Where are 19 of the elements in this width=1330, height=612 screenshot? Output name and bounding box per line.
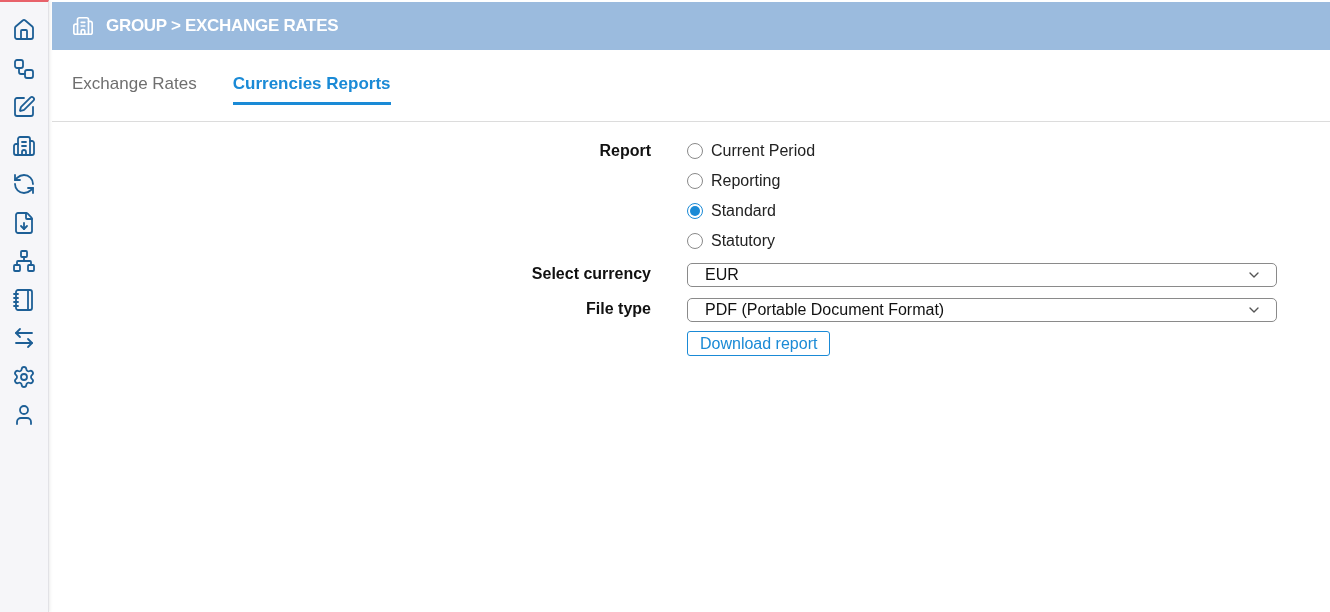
radio-label: Standard xyxy=(711,202,776,220)
building-icon xyxy=(72,15,94,37)
file-type-dropdown[interactable]: PDF (Portable Document Format) xyxy=(687,298,1277,322)
tab[interactable]: Currencies Reports xyxy=(232,74,391,105)
field-label: File type xyxy=(586,299,651,319)
radio-button[interactable] xyxy=(687,203,703,219)
radio-label: Current Period xyxy=(711,142,816,160)
tab[interactable]: Exchange Rates xyxy=(72,74,197,105)
radio-button[interactable] xyxy=(687,143,703,159)
radio-button[interactable] xyxy=(687,233,703,249)
download-button[interactable]: Download report xyxy=(687,331,831,356)
currency-dropdown[interactable]: EUR xyxy=(687,263,1277,287)
page-title: GROUP > EXCHANGE RATES xyxy=(106,16,339,36)
radio-button[interactable] xyxy=(687,173,703,189)
hierarchy-icon[interactable] xyxy=(10,247,38,275)
field-label: Select currency xyxy=(531,264,651,284)
radio-label: Reporting xyxy=(711,172,781,190)
radio-label: Statutory xyxy=(711,232,776,250)
field-label: Report xyxy=(599,141,651,161)
